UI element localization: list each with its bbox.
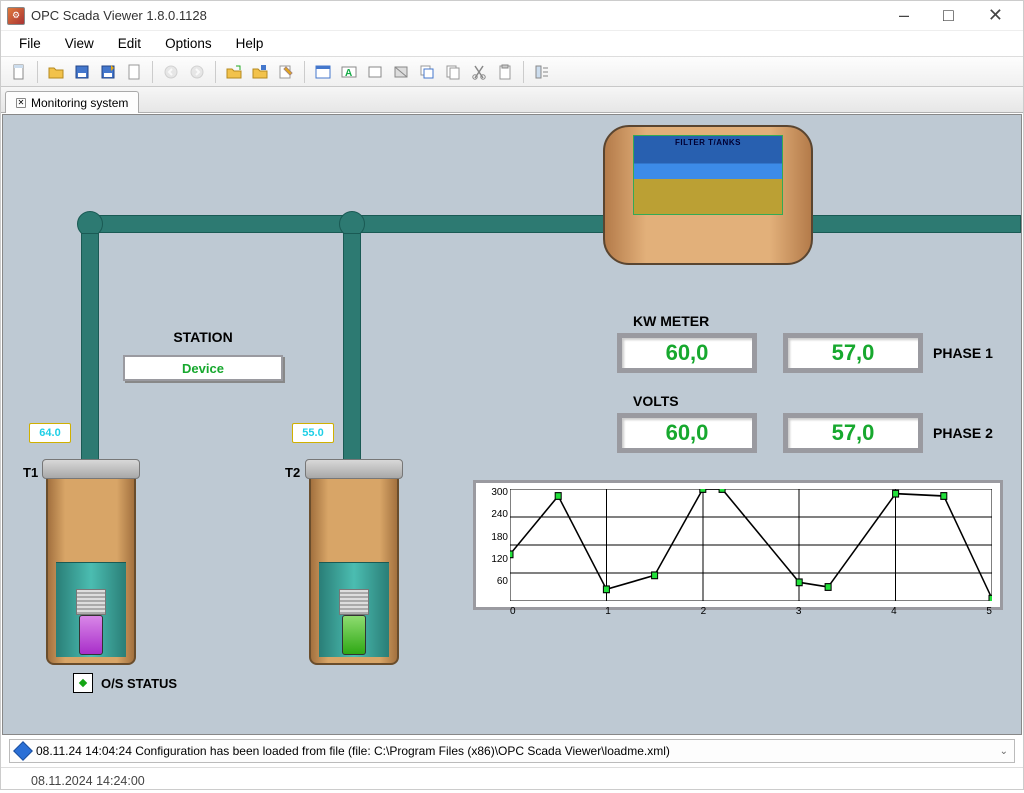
- os-status-label: O/S STATUS: [101, 676, 177, 691]
- menu-file[interactable]: File: [9, 34, 51, 53]
- status-message: 08.11.24 14:04:24 Configuration has been…: [36, 744, 670, 758]
- filter-tank-label: FILTER T/ANKS: [634, 138, 782, 147]
- app-icon: ⚙: [7, 7, 25, 25]
- window-icon[interactable]: [311, 60, 335, 84]
- save-page-icon[interactable]: [248, 60, 272, 84]
- maximize-button[interactable]: □: [935, 5, 962, 26]
- os-status: O/S STATUS: [73, 673, 177, 693]
- close-button[interactable]: ✕: [980, 5, 1011, 26]
- menu-bar: File View Edit Options Help: [1, 31, 1023, 57]
- tab-label: Monitoring system: [31, 96, 128, 110]
- tab-close-icon[interactable]: ✕: [16, 98, 26, 108]
- scada-canvas: FILTER T/ANKS STATION Device 64.0 55.0 T…: [2, 114, 1022, 735]
- tab-bar: ✕ Monitoring system: [1, 87, 1023, 113]
- shaded-box-icon[interactable]: [389, 60, 413, 84]
- open-page-icon[interactable]: [222, 60, 246, 84]
- kw-meter-label: KW METER: [633, 313, 709, 329]
- clock-bar: 08.11.2024 14:24:00: [1, 767, 1023, 793]
- pump-icon: [342, 615, 366, 655]
- svg-text:A: A: [345, 68, 352, 79]
- forward-icon[interactable]: [185, 60, 209, 84]
- station-label: STATION: [123, 329, 283, 345]
- status-dropdown-icon[interactable]: ⌄: [1000, 746, 1008, 757]
- filter-tank: FILTER T/ANKS: [603, 125, 813, 265]
- tab-monitoring-system[interactable]: ✕ Monitoring system: [5, 91, 139, 113]
- copy-icon[interactable]: [441, 60, 465, 84]
- edit-page-icon[interactable]: [274, 60, 298, 84]
- status-led-icon: [73, 673, 93, 693]
- pipe-main: [81, 215, 1021, 233]
- menu-view[interactable]: View: [55, 34, 104, 53]
- pipe-t2: [343, 233, 361, 493]
- pipe-t1: [81, 233, 99, 493]
- blank-box-icon[interactable]: [363, 60, 387, 84]
- page-icon[interactable]: [122, 60, 146, 84]
- station-value: Device: [123, 355, 283, 381]
- pump-icon: [79, 615, 103, 655]
- phase2-meter: 57,0: [783, 413, 923, 453]
- well-t2: [309, 475, 399, 665]
- phase1-label: PHASE 1: [933, 345, 993, 361]
- title-bar: ⚙ OPC Scada Viewer 1.8.0.1128 – □ ✕: [1, 1, 1023, 31]
- window-title: OPC Scada Viewer 1.8.0.1128: [31, 8, 891, 23]
- status-bar: 08.11.24 14:04:24 Configuration has been…: [9, 739, 1015, 763]
- minimize-button[interactable]: –: [891, 5, 917, 26]
- properties-icon[interactable]: [530, 60, 554, 84]
- menu-options[interactable]: Options: [155, 34, 222, 53]
- phase2-label: PHASE 2: [933, 425, 993, 441]
- kw-meter: 60,0: [617, 333, 757, 373]
- well-t1: [46, 475, 136, 665]
- open-folder-icon[interactable]: [44, 60, 68, 84]
- cut-icon[interactable]: [467, 60, 491, 84]
- save-icon[interactable]: [70, 60, 94, 84]
- t2-reading: 55.0: [292, 423, 334, 443]
- volts-meter-label: VOLTS: [633, 393, 679, 409]
- paste-icon[interactable]: [493, 60, 517, 84]
- copy-back-icon[interactable]: [415, 60, 439, 84]
- volts-meter: 60,0: [617, 413, 757, 453]
- t1-label: T1: [23, 465, 38, 480]
- new-file-icon[interactable]: [7, 60, 31, 84]
- menu-help[interactable]: Help: [226, 34, 274, 53]
- info-icon: [13, 741, 33, 761]
- t1-reading: 64.0: [29, 423, 71, 443]
- text-box-icon[interactable]: A: [337, 60, 361, 84]
- phase1-meter: 57,0: [783, 333, 923, 373]
- menu-edit[interactable]: Edit: [108, 34, 151, 53]
- clock-value: 08.11.2024 14:24:00: [31, 774, 145, 788]
- trend-chart: 30024018012060 012345: [473, 480, 1003, 610]
- back-icon[interactable]: [159, 60, 183, 84]
- toolbar: A: [1, 57, 1023, 87]
- t2-label: T2: [285, 465, 300, 480]
- save-as-icon[interactable]: [96, 60, 120, 84]
